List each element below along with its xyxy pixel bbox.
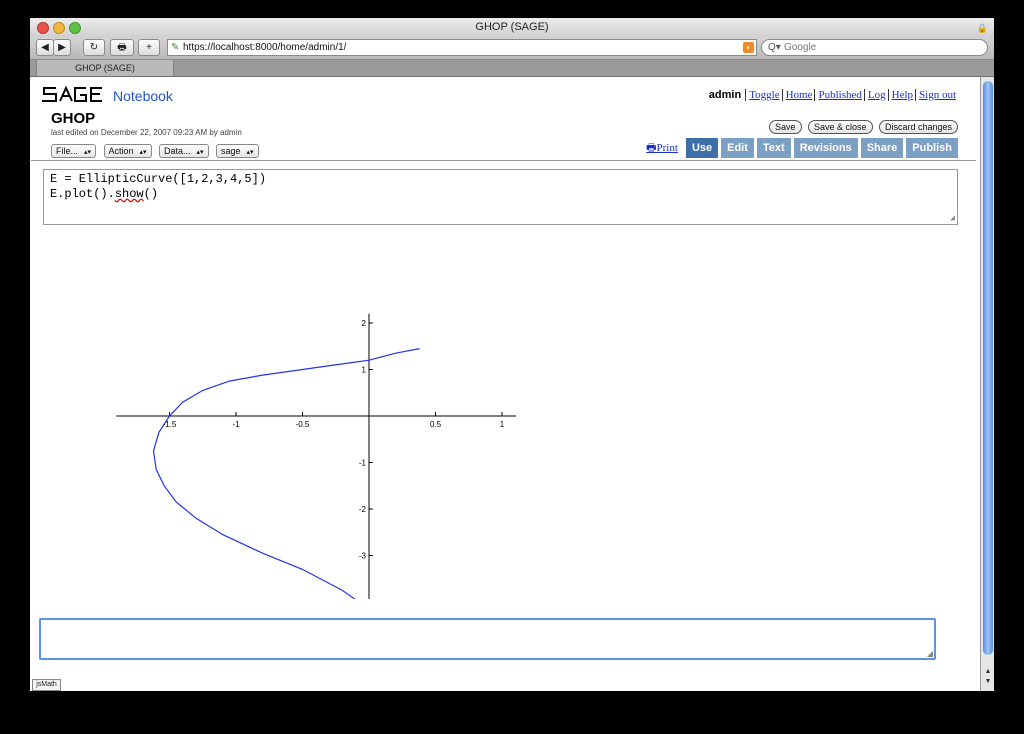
browser-toolbar: ◀ ▶ ↻ 🖶 + ✎ https://localhost:8000/home/…	[30, 38, 994, 60]
file-menu-label: File...	[56, 146, 79, 156]
nav-signout-link[interactable]: Sign out	[915, 89, 958, 101]
y-tick-label: 1	[362, 366, 367, 375]
url-text: https://localhost:8000/home/admin/1/	[183, 42, 347, 53]
page-content: Notebook admin Toggle Home Published Log Help…	[31, 77, 980, 691]
scroll-down-icon[interactable]: ▼	[982, 677, 994, 687]
curve-line	[152, 348, 420, 599]
chevron-updown-icon: ▴▾	[246, 149, 254, 156]
reload-button[interactable]: ↻	[83, 39, 105, 56]
code-line-2: E.plot().show()	[50, 187, 957, 202]
x-tick-label: 0.5	[430, 420, 442, 429]
chevron-updown-icon: ▴▾	[84, 149, 92, 156]
tab-publish[interactable]: Publish	[906, 138, 958, 158]
system-select-label: sage	[221, 146, 241, 156]
browser-tab[interactable]: GHOP (SAGE)	[36, 60, 174, 76]
elliptic-curve-plot: -1.5-1-0.50.5121-1-2-3-4-5	[116, 313, 516, 599]
chevron-updown-icon: ▴▾	[196, 149, 204, 156]
nav-published-link[interactable]: Published	[814, 89, 864, 101]
forward-button[interactable]: ▶	[53, 39, 71, 56]
code-line-2-end: ()	[143, 187, 159, 201]
search-icon: Q▾	[768, 42, 781, 53]
search-placeholder: Google	[784, 42, 817, 53]
site-icon: ✎	[171, 42, 180, 53]
discard-changes-button[interactable]: Discard changes	[878, 120, 958, 134]
y-tick-label: -2	[359, 505, 367, 514]
notebook-title: Notebook	[113, 88, 173, 104]
tab-edit[interactable]: Edit	[721, 138, 754, 158]
title-bar: GHOP (SAGE) 🔒	[30, 18, 994, 38]
y-tick-label: -3	[359, 552, 367, 561]
y-tick-label: -4	[359, 598, 367, 599]
last-edited-text: last edited on December 22, 2007 09:23 A…	[51, 128, 242, 137]
printer-icon: 🖶	[646, 142, 657, 154]
tab-share[interactable]: Share	[860, 138, 904, 158]
lock-icon: 🔒	[976, 23, 988, 33]
vertical-scrollbar[interactable]: ▲ ▼	[980, 77, 994, 691]
x-tick-label: 1	[500, 420, 505, 429]
y-tick-label: -1	[359, 459, 367, 468]
tab-bar: GHOP (SAGE)	[30, 60, 994, 77]
action-menu-label: Action	[108, 146, 134, 156]
print-link[interactable]: 🖶Print	[646, 138, 678, 158]
jsmath-button[interactable]: jsMath	[32, 679, 61, 691]
username: admin	[708, 89, 742, 101]
x-tick-label: -0.5	[296, 420, 310, 429]
save-close-button[interactable]: Save & close	[807, 120, 873, 134]
tab-revisions[interactable]: Revisions	[793, 138, 858, 158]
file-menu[interactable]: File... ▴▾	[51, 144, 97, 158]
chevron-updown-icon: ▴▾	[139, 149, 147, 156]
user-nav: admin Toggle Home Published Log Help Sign out	[709, 89, 958, 101]
y-tick-label: 2	[362, 319, 367, 328]
nav-help-link[interactable]: Help	[887, 89, 916, 101]
header-divider	[31, 160, 976, 161]
resize-handle-icon[interactable]: ◢	[950, 213, 955, 223]
save-buttons: Save Save & close Discard changes	[767, 117, 958, 135]
tab-use[interactable]: Use	[685, 138, 719, 158]
rss-icon[interactable]: ◐	[743, 42, 754, 53]
worksheet-title[interactable]: GHOP	[51, 110, 95, 127]
data-menu-label: Data...	[164, 146, 191, 156]
scroll-up-icon[interactable]: ▲	[982, 667, 994, 677]
worksheet-menus: File... ▴▾ Action ▴▾ Data... ▴▾ sage ▴▾	[51, 141, 262, 159]
code-line-1: E = EllipticCurve([1,2,3,4,5])	[50, 172, 267, 186]
action-menu[interactable]: Action ▴▾	[103, 144, 152, 158]
save-button[interactable]: Save	[769, 120, 802, 134]
x-tick-label: -1	[232, 420, 240, 429]
code-line-2-start: E.plot().	[50, 187, 115, 201]
sage-logo	[42, 86, 102, 102]
system-select[interactable]: sage ▴▾	[216, 144, 259, 158]
empty-input-cell[interactable]: ◢	[39, 618, 936, 660]
x-tick-label: -1.5	[163, 420, 177, 429]
print-label: Print	[656, 142, 678, 154]
nav-home-link[interactable]: Home	[781, 89, 815, 101]
url-field[interactable]: ✎ https://localhost:8000/home/admin/1/ ◐	[167, 39, 757, 56]
scrollbar-thumb[interactable]	[983, 81, 993, 655]
print-page-button[interactable]: 🖶	[110, 39, 134, 56]
misspelled-word: show	[114, 187, 144, 201]
window-title: GHOP (SAGE)	[475, 21, 549, 33]
code-input-cell[interactable]: E = EllipticCurve([1,2,3,4,5]) E.plot().…	[43, 169, 958, 225]
add-bookmark-button[interactable]: +	[138, 39, 160, 56]
search-input[interactable]: Q▾ Google	[761, 39, 988, 56]
tab-text[interactable]: Text	[756, 138, 791, 158]
worksheet-tabs: 🖶Print Use Edit Text Revisions Share Pub…	[646, 138, 958, 158]
nav-log-link[interactable]: Log	[863, 89, 888, 101]
data-menu[interactable]: Data... ▴▾	[159, 144, 209, 158]
browser-window: GHOP (SAGE) 🔒 ◀ ▶ ↻ 🖶 + ✎ https://localh…	[30, 18, 994, 691]
nav-toggle-link[interactable]: Toggle	[745, 89, 782, 101]
resize-handle-icon[interactable]: ◢	[927, 649, 933, 658]
back-button[interactable]: ◀	[36, 39, 54, 56]
